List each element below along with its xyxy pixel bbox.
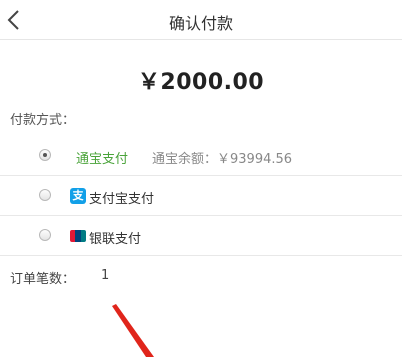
alipay-icon: 支 [70,188,86,204]
payment-option-unionpay[interactable]: 银联支付 [0,216,402,256]
radio-tongbao[interactable] [39,149,51,161]
unionpay-icon [70,230,86,242]
order-count-value: 1 [101,268,110,283]
alipay-label: 支付宝支付 [89,192,155,207]
top-bar: 确认付款 [0,0,402,40]
tongbao-pay-label: 通宝支付 [76,152,129,167]
radio-unionpay[interactable] [39,229,51,241]
order-count-label: 订单笔数： [10,272,76,287]
payment-option-tongbao[interactable]: 通宝支付 通宝余额：￥93994.56 [0,136,402,176]
tongbao-balance: 通宝余额：￥93994.56 [152,152,293,167]
payment-option-alipay[interactable]: 支 支付宝支付 [0,176,402,216]
radio-alipay[interactable] [39,189,51,201]
page-title: 确认付款 [168,14,233,33]
unionpay-label: 银联支付 [89,232,142,247]
payment-amount: ￥2000.00 [137,70,265,95]
payment-methods-label: 付款方式： [10,113,76,128]
